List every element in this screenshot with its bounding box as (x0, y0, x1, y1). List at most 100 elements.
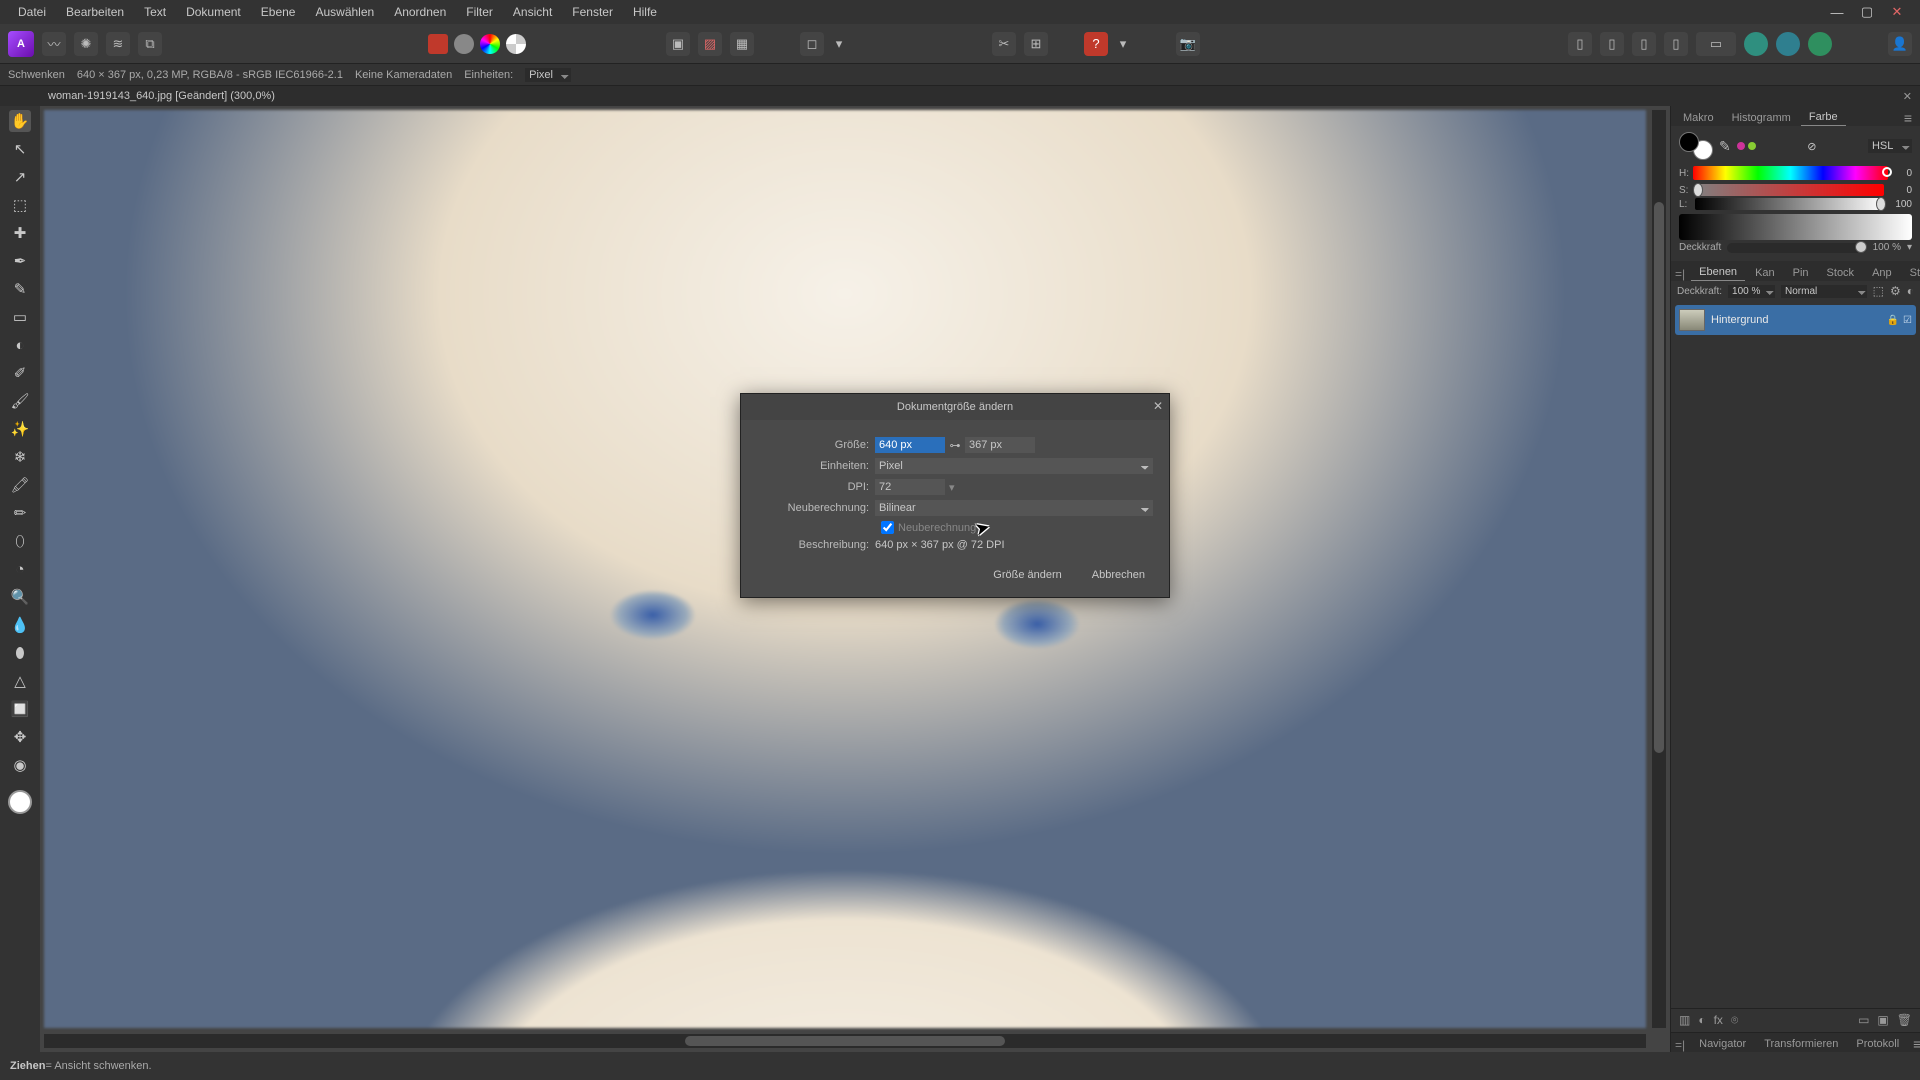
dlg-units-select[interactable]: Pixel (875, 458, 1153, 474)
units-select[interactable]: Pixel (525, 68, 571, 82)
tool-20[interactable]: △ (9, 670, 31, 692)
tb-tone-icon[interactable]: ≋ (106, 32, 130, 56)
fg-bg-swatches[interactable] (1679, 132, 1713, 160)
tool-9[interactable]: ✐ (9, 362, 31, 384)
help-icon[interactable]: ? (1084, 32, 1108, 56)
layer-opacity-select[interactable]: 100 % (1728, 285, 1775, 298)
selection-remove-icon[interactable]: ▨ (698, 32, 722, 56)
align-4-icon[interactable]: ▯ (1664, 32, 1688, 56)
tool-11[interactable]: ✨ (9, 418, 31, 440)
color-swatch[interactable] (8, 790, 32, 814)
height-input[interactable] (965, 437, 1035, 453)
tab-navigator[interactable]: Navigator (1691, 1036, 1754, 1052)
tool-2[interactable]: ↗ (9, 166, 31, 188)
light-slider[interactable] (1695, 198, 1884, 210)
dialog-titlebar[interactable]: Dokumentgröße ändern ✕ (741, 394, 1169, 420)
align-3-icon[interactable]: ▯ (1632, 32, 1656, 56)
vertical-scrollbar[interactable] (1652, 110, 1666, 1028)
resample-checkbox[interactable] (881, 521, 894, 534)
bottom-panel-menu-icon[interactable]: ≡ (1909, 1036, 1920, 1052)
tool-18[interactable]: 💧 (9, 614, 31, 636)
layer-item[interactable]: Hintergrund 🔒 ☑ (1675, 305, 1916, 335)
tab-stock[interactable]: Stock (1819, 265, 1863, 281)
opacity-slider[interactable] (1727, 243, 1866, 253)
cloud-3-icon[interactable] (1808, 32, 1832, 56)
layer-lock-state-icon[interactable]: 🔒 (1887, 315, 1899, 326)
tb-develop-icon[interactable]: ✺ (74, 32, 98, 56)
menu-fenster[interactable]: Fenster (562, 1, 623, 23)
align-pair-icon[interactable]: ▭ (1696, 32, 1736, 56)
tab-kan[interactable]: Kan (1747, 265, 1783, 281)
tab-histogramm[interactable]: Histogramm (1724, 110, 1799, 126)
crop-icon[interactable]: ✂ (992, 32, 1016, 56)
eyedropper-icon[interactable]: ✎ (1719, 138, 1731, 155)
tab-protokoll[interactable]: Protokoll (1848, 1036, 1907, 1052)
doc-tab-close-icon[interactable]: ✕ (1903, 90, 1920, 103)
menu-dokument[interactable]: Dokument (176, 1, 251, 23)
maximize-button[interactable]: ▢ (1858, 3, 1876, 21)
recent-2[interactable] (1748, 142, 1756, 150)
sat-slider[interactable] (1695, 184, 1884, 196)
tool-14[interactable]: ✏ (9, 502, 31, 524)
tb-liquify-icon[interactable]: 〰 (42, 32, 66, 56)
tool-8[interactable]: ◐ (9, 334, 31, 356)
tab-anp[interactable]: Anp (1864, 265, 1900, 281)
fx-icon[interactable]: fx (1714, 1013, 1723, 1028)
menu-auswählen[interactable]: Auswählen (305, 1, 384, 23)
document-tab[interactable]: woman-1919143_640.jpg [Geändert] (300,0%… (40, 88, 283, 104)
dialog-close-icon[interactable]: ✕ (1153, 399, 1163, 413)
dpi-input[interactable] (875, 479, 945, 495)
dpi-stepper-icon[interactable]: ▾ (945, 481, 955, 494)
resample-select[interactable]: Bilinear (875, 500, 1153, 516)
cancel-button[interactable]: Abbrechen (1084, 565, 1153, 585)
tab-makro[interactable]: Makro (1675, 110, 1722, 126)
tool-16[interactable]: ◔ (9, 558, 31, 580)
tab-farbe[interactable]: Farbe (1801, 109, 1846, 126)
persona-red-icon[interactable] (428, 34, 448, 54)
resize-ok-button[interactable]: Größe ändern (985, 565, 1069, 585)
tool-6[interactable]: ✎ (9, 278, 31, 300)
close-button[interactable]: ✕ (1888, 3, 1906, 21)
hue-slider[interactable] (1693, 166, 1888, 180)
fg-color-swatch[interactable] (1679, 132, 1699, 152)
tool-7[interactable]: ▭ (9, 306, 31, 328)
menu-filter[interactable]: Filter (456, 1, 503, 23)
tool-13[interactable]: 🖍 (9, 474, 31, 496)
persona-grey-icon[interactable] (454, 34, 474, 54)
tool-21[interactable]: 🔲 (9, 698, 31, 720)
tab-ebenen[interactable]: Ebenen (1691, 264, 1745, 281)
layer-visibility-icon[interactable]: ☑ (1903, 315, 1912, 326)
menu-text[interactable]: Text (134, 1, 176, 23)
align-2-icon[interactable]: ▯ (1600, 32, 1624, 56)
mask-icon[interactable]: ▥ (1679, 1013, 1690, 1028)
horizontal-scrollbar[interactable] (44, 1034, 1646, 1048)
tool-15[interactable]: ⬯ (9, 530, 31, 552)
tool-4[interactable]: ✚ (9, 222, 31, 244)
tool-12[interactable]: ❄ (9, 446, 31, 468)
tool-0[interactable]: ✋ (9, 110, 31, 132)
blend-mode-select[interactable]: Normal (1781, 285, 1867, 298)
align-1-icon[interactable]: ▯ (1568, 32, 1592, 56)
none-color-icon[interactable]: ⊘ (1807, 140, 1816, 153)
color-model-select[interactable]: HSL (1868, 139, 1912, 153)
layer-lock-icon[interactable]: ⬚ (1873, 284, 1884, 298)
width-input[interactable] (875, 437, 945, 453)
tool-19[interactable]: ⬮ (9, 642, 31, 664)
persona-transparent-icon[interactable] (506, 34, 526, 54)
tool-5[interactable]: ✒ (9, 250, 31, 272)
help-dropdown-icon[interactable]: ▾ (1116, 32, 1130, 56)
persona-rainbow-icon[interactable] (480, 34, 500, 54)
tb-export-icon[interactable]: ⧉ (138, 32, 162, 56)
cloud-1-icon[interactable] (1744, 32, 1768, 56)
tool-17[interactable]: 🔍 (9, 586, 31, 608)
menu-ebene[interactable]: Ebene (251, 1, 306, 23)
camera-icon[interactable]: 📷 (1176, 32, 1200, 56)
user-icon[interactable]: 👤 (1888, 32, 1912, 56)
selection-add-icon[interactable]: ▣ (666, 32, 690, 56)
selection-intersect-icon[interactable]: ▦ (730, 32, 754, 56)
delete-layer-icon[interactable]: 🗑 (1897, 1013, 1912, 1028)
tool-22[interactable]: ✥ (9, 726, 31, 748)
bottom-collapse-icon[interactable]: =| (1675, 1038, 1689, 1052)
arrange-icon[interactable]: ⊞ (1024, 32, 1048, 56)
group-icon[interactable]: ▣ (1877, 1013, 1888, 1028)
